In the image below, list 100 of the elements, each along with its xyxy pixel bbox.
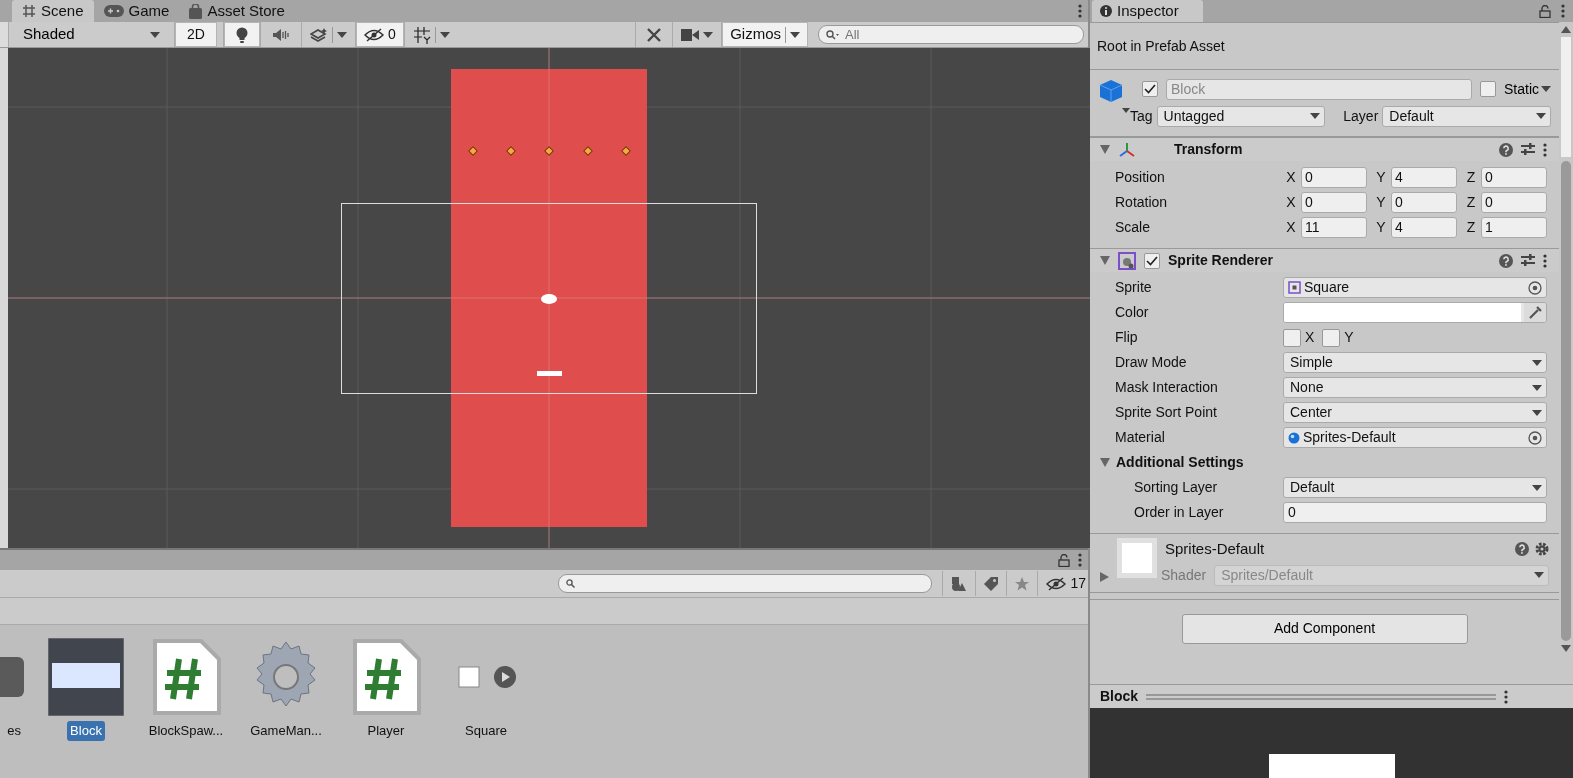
hidden-packages-toggle[interactable]: 17 — [1037, 571, 1088, 596]
eye-slash-icon — [363, 27, 384, 42]
grid-icon — [22, 4, 36, 18]
gizmos-dropdown[interactable]: Gizmos — [721, 22, 808, 47]
lighting-toggle[interactable] — [222, 22, 260, 47]
layer-dropdown[interactable]: Default — [1382, 105, 1551, 127]
number-field[interactable]: 0 — [1481, 192, 1547, 213]
number-field[interactable]: 0 — [1301, 192, 1367, 213]
component-title: Transform — [1174, 140, 1243, 159]
material-preview — [1117, 538, 1157, 578]
tag-label: Tag — [1130, 106, 1153, 126]
more-icon[interactable] — [1078, 553, 1082, 567]
collapse-icon[interactable] — [1100, 256, 1110, 265]
eye-slash-icon — [1046, 576, 1067, 591]
inspector-header: Root in Prefab Asset — [1097, 36, 1225, 56]
number-field[interactable]: 0 — [1481, 167, 1547, 188]
asset-label[interactable]: es — [4, 721, 24, 741]
number-field[interactable]: 0 — [1283, 502, 1547, 523]
help-icon[interactable] — [1515, 542, 1529, 557]
number-field[interactable]: 4 — [1391, 167, 1457, 188]
preview-title: Block — [1100, 687, 1139, 706]
object-picker-icon[interactable] — [1528, 430, 1542, 445]
static-dropdown[interactable]: Static — [1504, 78, 1551, 100]
asset-label[interactable]: Square — [462, 721, 510, 741]
component-title: Sprite Renderer — [1168, 251, 1274, 270]
property-label: Sorting Layer — [1133, 478, 1219, 497]
property-label: Material — [1115, 428, 1166, 447]
dropdown[interactable]: Simple — [1283, 352, 1547, 373]
static-checkbox[interactable] — [1480, 81, 1496, 97]
lock-icon[interactable] — [1058, 553, 1070, 567]
scroll-up-icon[interactable] — [1561, 26, 1571, 33]
search-field[interactable]: All — [818, 25, 1084, 44]
search-icon — [566, 579, 576, 588]
layers-icon — [309, 27, 328, 42]
asset-label[interactable]: GameMan... — [247, 721, 325, 741]
add-component-button[interactable]: Add Component — [1181, 613, 1468, 644]
number-field[interactable]: 1 — [1481, 217, 1547, 238]
object-picker-icon[interactable] — [1528, 280, 1542, 295]
collapse-icon[interactable] — [1100, 145, 1110, 154]
axes-icon — [1118, 141, 1136, 158]
more-icon[interactable] — [1543, 142, 1547, 157]
flip-checkbox[interactable] — [1322, 328, 1341, 347]
panel-edge — [0, 22, 8, 47]
cube-icon[interactable] — [1098, 78, 1130, 114]
active-checkbox[interactable] — [1142, 81, 1158, 97]
tab[interactable]: Game — [93, 0, 180, 22]
axis-label: Z — [1465, 218, 1477, 237]
number-field[interactable]: 4 — [1391, 217, 1457, 238]
video-camera-icon — [681, 28, 700, 41]
help-icon[interactable] — [1499, 142, 1513, 157]
caret-icon — [1534, 572, 1544, 578]
scrollbar-thumb[interactable] — [1561, 161, 1571, 641]
eyedropper-icon[interactable] — [1524, 303, 1546, 322]
dropdown[interactable]: Center — [1283, 402, 1547, 423]
color-field[interactable] — [1283, 302, 1547, 323]
more-icon[interactable] — [1543, 253, 1547, 268]
object-field[interactable]: Sprites-Default — [1283, 427, 1547, 448]
collapse-icon[interactable] — [1100, 458, 1110, 467]
hidden-objects-toggle[interactable]: 0 — [354, 22, 404, 47]
caret-icon — [1532, 384, 1542, 391]
2d-toggle[interactable]: 2D — [174, 22, 217, 47]
separator-icon — [785, 26, 786, 43]
settings-icon[interactable] — [1535, 542, 1549, 557]
number-field[interactable]: 11 — [1301, 217, 1367, 238]
flip-checkbox[interactable] — [1283, 328, 1301, 347]
caret-icon — [1532, 359, 1542, 366]
asset-label[interactable]: Player — [364, 721, 408, 741]
property-label: Draw Mode — [1115, 353, 1188, 372]
tools-icon — [646, 26, 663, 43]
expand-icon[interactable] — [1100, 571, 1109, 582]
search-field[interactable] — [558, 574, 933, 593]
tab[interactable]: Scene — [12, 0, 94, 22]
scroll-down-icon[interactable] — [1561, 645, 1571, 652]
color-swatch[interactable] — [1284, 303, 1521, 322]
tag-dropdown[interactable]: Untagged — [1156, 105, 1326, 127]
axis-label: X — [1305, 328, 1315, 347]
asset-label[interactable]: Block — [67, 721, 105, 741]
help-icon[interactable] — [1499, 253, 1513, 268]
property-label: Rotation — [1115, 193, 1169, 212]
bag-icon — [189, 3, 203, 19]
more-icon[interactable] — [1078, 4, 1082, 18]
presets-icon[interactable] — [1521, 254, 1535, 267]
axis-label: Z — [1465, 193, 1477, 212]
number-field[interactable]: 0 — [1301, 167, 1367, 188]
property-label: Sprite Sort Point — [1115, 403, 1218, 422]
more-icon[interactable] — [1504, 689, 1509, 704]
property-label: Mask Interaction — [1115, 378, 1219, 397]
more-icon[interactable] — [1561, 4, 1565, 18]
tab[interactable]: Asset Store — [179, 0, 295, 22]
enabled-checkbox[interactable] — [1144, 252, 1160, 269]
section-title[interactable]: Additional Settings — [1116, 452, 1244, 473]
lock-icon[interactable] — [1539, 4, 1551, 18]
presets-icon[interactable] — [1521, 143, 1535, 156]
inspector-tab[interactable]: Inspector — [1092, 0, 1203, 22]
dropdown[interactable]: None — [1283, 377, 1547, 398]
asset-label[interactable]: BlockSpaw... — [145, 721, 227, 741]
drag-handle-icon[interactable] — [1146, 692, 1497, 701]
object-field[interactable]: Square — [1283, 277, 1547, 298]
dropdown[interactable]: Default — [1283, 477, 1547, 498]
number-field[interactable]: 0 — [1391, 192, 1457, 213]
